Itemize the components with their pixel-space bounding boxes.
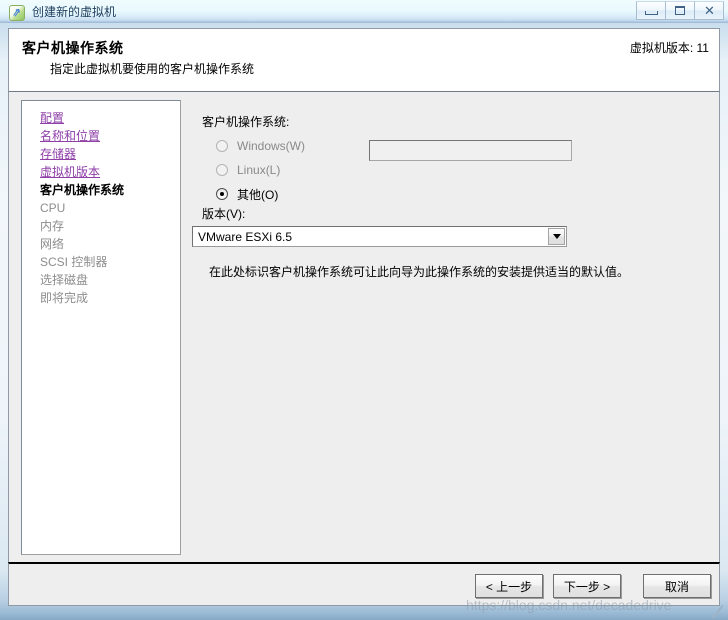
chevron-down-icon[interactable] [548, 228, 565, 245]
next-button[interactable]: 下一步 > [553, 574, 621, 598]
radio-option-linux[interactable]: Linux(L) [216, 161, 280, 179]
content-pane: 客户机操作系统: Windows(W) Linux(L) 其他(O) 版本(V)… [191, 100, 709, 555]
sidebar-item-scsi-controller: SCSI 控制器 [40, 255, 108, 269]
sidebar-item-select-disk: 选择磁盘 [40, 273, 89, 287]
page-title: 客户机操作系统 [22, 40, 124, 56]
guest-os-group-label: 客户机操作系统: [202, 115, 290, 129]
minimize-button[interactable] [636, 1, 666, 20]
back-button[interactable]: < 上一步 [475, 574, 543, 598]
cancel-button[interactable]: 取消 [643, 574, 711, 598]
sidebar-item-memory: 内存 [40, 219, 65, 233]
chevron-down-glyph [552, 234, 561, 239]
page-subtitle: 指定此虚拟机要使用的客户机操作系统 [50, 62, 255, 76]
sidebar-item-ready-complete: 即将完成 [40, 291, 89, 305]
radio-windows-label: Windows(W) [237, 139, 305, 153]
close-icon: ✕ [704, 3, 715, 18]
version-select-value: VMware ESXi 6.5 [198, 229, 293, 244]
maximize-icon [675, 6, 685, 15]
minimize-icon [644, 10, 658, 15]
maximize-button[interactable] [665, 1, 695, 20]
sidebar-item-configuration[interactable]: 配置 [22, 109, 180, 127]
footer-bar: < 上一步 下一步 > 取消 [8, 562, 720, 606]
header-panel: 客户机操作系统 指定此虚拟机要使用的客户机操作系统 虚拟机版本: 11 [8, 28, 720, 92]
sidebar-item-network: 网络 [40, 237, 65, 251]
close-button[interactable]: ✕ [694, 1, 724, 20]
sidebar-item-guest-os[interactable]: 客户机操作系统 [22, 181, 180, 199]
sidebar-item-storage[interactable]: 存储器 [22, 145, 180, 163]
sidebar-item-name-location[interactable]: 名称和位置 [22, 127, 180, 145]
version-label: 版本(V): [202, 207, 246, 221]
radio-option-other[interactable]: 其他(O) [216, 185, 278, 203]
radio-windows-icon [216, 140, 228, 152]
radio-option-windows[interactable]: Windows(W) [216, 137, 305, 155]
wizard-steps-sidebar: 配置 名称和位置 存储器 虚拟机版本 客户机操作系统 CPU 内存 网络 SCS… [21, 100, 181, 555]
application-window: ⇗ 创建新的虚拟机 ✕ 客户机操作系统 指定此虚拟机要使用的客户机操作系统 虚拟… [0, 0, 728, 620]
radio-linux-label: Linux(L) [237, 163, 281, 177]
sidebar-item-vm-version[interactable]: 虚拟机版本 [22, 163, 180, 181]
window-controls: ✕ [636, 1, 724, 20]
body-area: 配置 名称和位置 存储器 虚拟机版本 客户机操作系统 CPU 内存 网络 SCS… [8, 92, 720, 562]
guest-os-hint-text: 在此处标识客户机操作系统可让此向导为此操作系统的安装提供适当的默认值。 [209, 265, 630, 279]
radio-other-label: 其他(O) [237, 187, 279, 202]
hardware-version-label: 虚拟机版本: 11 [629, 41, 709, 55]
vm-wizard-icon-glyph: ⇗ [11, 5, 23, 20]
window-title: 创建新的虚拟机 [32, 5, 117, 19]
other-os-name-input[interactable] [369, 140, 572, 161]
radio-other-icon [216, 188, 228, 200]
sidebar-item-cpu: CPU [40, 201, 66, 215]
radio-linux-icon [216, 164, 228, 176]
version-select[interactable]: VMware ESXi 6.5 [192, 226, 567, 247]
vm-wizard-icon: ⇗ [9, 4, 25, 21]
resize-grip[interactable] [710, 602, 724, 619]
title-bar[interactable]: ⇗ 创建新的虚拟机 ✕ [0, 0, 728, 23]
